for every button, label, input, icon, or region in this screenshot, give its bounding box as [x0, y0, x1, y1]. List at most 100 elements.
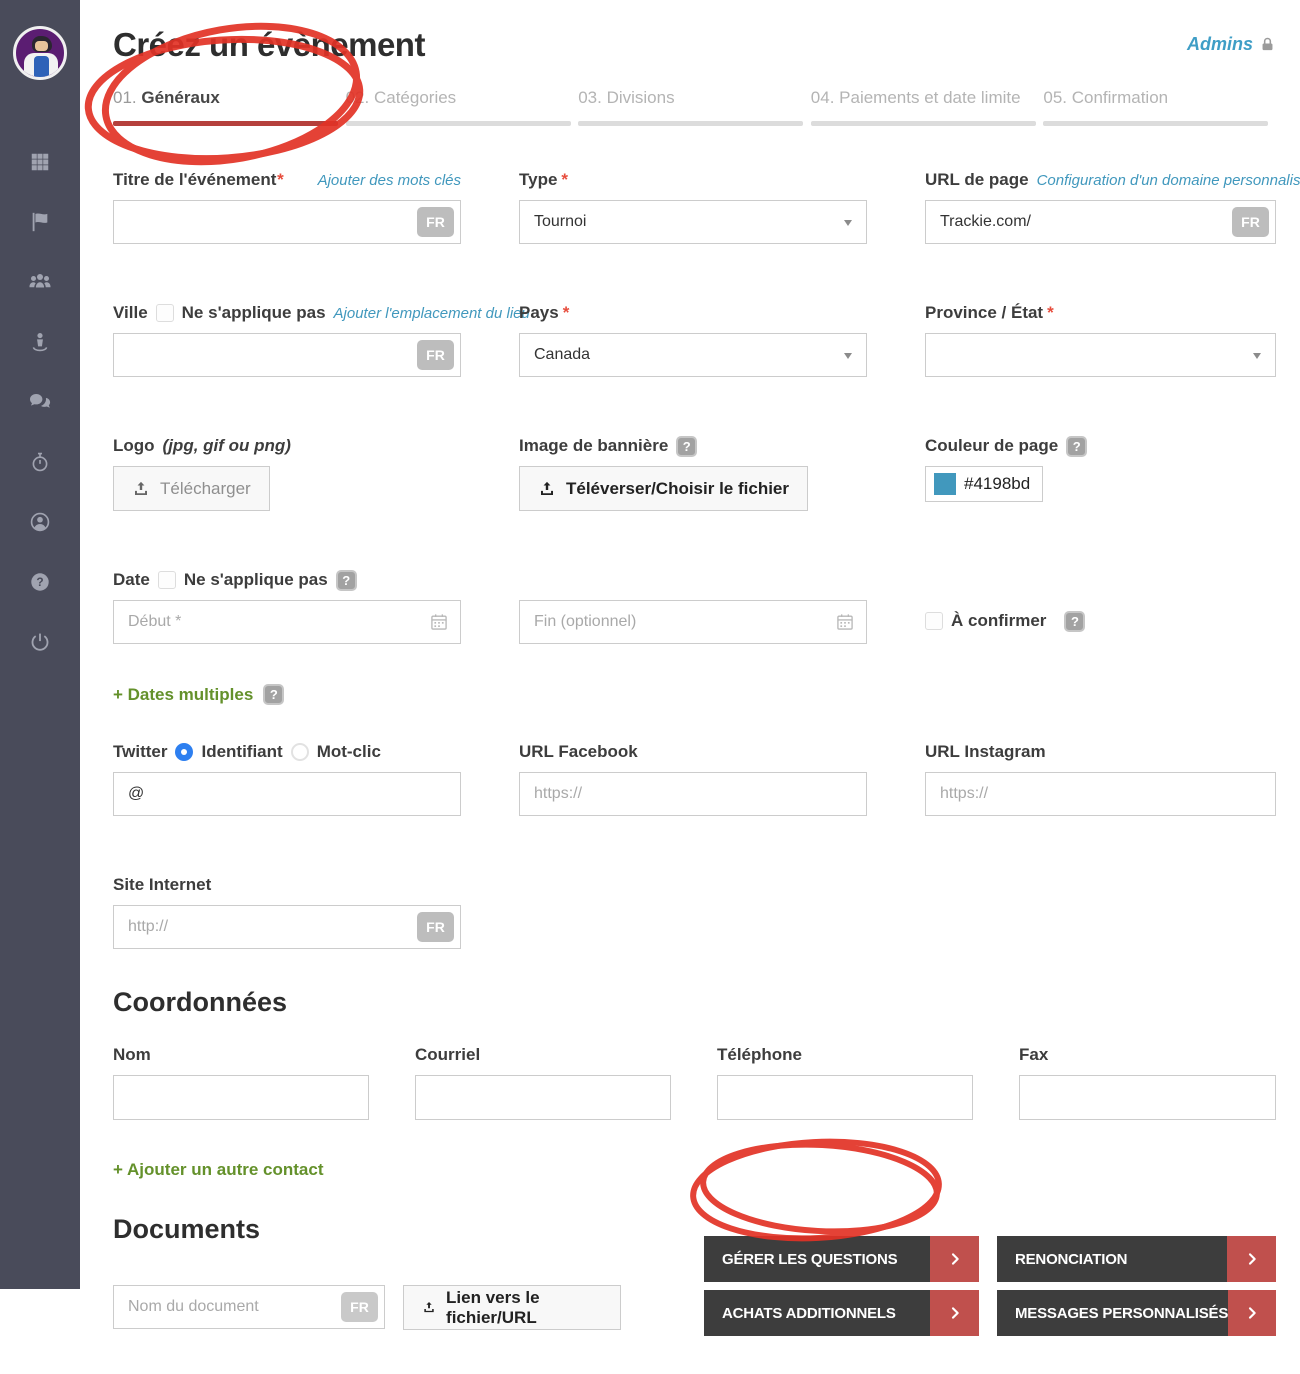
- stopwatch-icon[interactable]: [28, 450, 52, 474]
- instagram-input[interactable]: [925, 772, 1276, 816]
- tab-generaux[interactable]: 01. Généraux: [113, 88, 346, 126]
- flag-icon[interactable]: [28, 210, 52, 234]
- field-date-debut: Date Ne s'applique pas ?: [113, 569, 461, 644]
- color-swatch: [934, 473, 956, 495]
- chevron-down-icon: [1253, 353, 1261, 359]
- couleur-help-icon[interactable]: ?: [1066, 436, 1087, 457]
- tab-underline: [811, 121, 1036, 126]
- lock-icon: [1259, 36, 1276, 53]
- field-instagram: URL Instagram: [925, 741, 1276, 816]
- field-date-fin: [519, 569, 867, 644]
- pays-select[interactable]: Canada: [519, 333, 867, 377]
- domaine-personnalise-link[interactable]: Configuration d'un domaine personnalisé: [1037, 172, 1300, 189]
- field-fax: Fax: [1019, 1044, 1276, 1120]
- document-lien-button[interactable]: Lien vers le fichier/URL: [403, 1285, 621, 1330]
- nom-input[interactable]: [113, 1075, 369, 1120]
- upload-icon: [422, 1299, 436, 1316]
- a-confirmer-checkbox[interactable]: [925, 612, 943, 630]
- emplacement-lieu-link[interactable]: Ajouter l'emplacement du lieu: [334, 305, 530, 322]
- fr-badge[interactable]: FR: [417, 207, 454, 237]
- step-tabs: 01. Généraux 02. Catégories 03. Division…: [113, 88, 1276, 126]
- couleur-picker[interactable]: #4198bd: [925, 466, 1043, 502]
- ville-input[interactable]: [113, 333, 461, 377]
- fr-badge[interactable]: FR: [1232, 207, 1269, 237]
- ajouter-mots-cles-link[interactable]: Ajouter des mots clés: [318, 172, 461, 189]
- banniere-help-icon[interactable]: ?: [676, 436, 697, 457]
- field-nom: Nom: [113, 1044, 369, 1120]
- field-courriel: Courriel: [415, 1044, 671, 1120]
- apps-grid-icon[interactable]: [28, 150, 52, 174]
- chat-bubbles-icon[interactable]: [28, 390, 52, 414]
- twitter-motclic-radio[interactable]: [291, 743, 309, 761]
- chevron-right-icon: [930, 1236, 979, 1282]
- field-pays: Pays * Canada: [519, 302, 867, 377]
- coordonnees-heading: Coordonnées: [113, 987, 1276, 1018]
- upload-icon: [132, 480, 150, 498]
- url-page-input[interactable]: [925, 200, 1276, 244]
- date-fin-input[interactable]: [519, 600, 867, 644]
- dates-multiples-help-icon[interactable]: ?: [263, 684, 284, 705]
- tab-categories[interactable]: 02. Catégories: [346, 88, 579, 126]
- fr-badge[interactable]: FR: [417, 912, 454, 942]
- ville-na-checkbox[interactable]: [156, 304, 174, 322]
- location-person-icon[interactable]: [28, 330, 52, 354]
- field-couleur: Couleur de page ? #4198bd: [925, 435, 1276, 511]
- dates-multiples-link[interactable]: + Dates multiples: [113, 685, 253, 705]
- action-buttons: GÉRER LES QUESTIONS RENONCIATION ACHATS …: [704, 1236, 1276, 1336]
- tab-divisions[interactable]: 03. Divisions: [578, 88, 811, 126]
- twitter-input[interactable]: [113, 772, 461, 816]
- a-confirmer-help-icon[interactable]: ?: [1064, 611, 1085, 632]
- tab-paiements[interactable]: 04. Paiements et date limite: [811, 88, 1044, 126]
- field-site: Site Internet FR: [113, 874, 461, 949]
- achats-additionnels-button[interactable]: ACHATS ADDITIONNELS: [704, 1290, 979, 1336]
- fr-badge[interactable]: FR: [341, 1292, 378, 1322]
- tab-underline: [346, 121, 571, 126]
- province-select[interactable]: [925, 333, 1276, 377]
- field-a-confirmer: À confirmer ?: [925, 569, 1276, 644]
- fax-input[interactable]: [1019, 1075, 1276, 1120]
- date-help-icon[interactable]: ?: [336, 570, 357, 591]
- telephone-input[interactable]: [717, 1075, 973, 1120]
- messages-personnalises-button[interactable]: MESSAGES PERSONNALISÉS: [997, 1290, 1276, 1336]
- field-facebook: URL Facebook: [519, 741, 867, 816]
- facebook-input[interactable]: [519, 772, 867, 816]
- chevron-right-icon: [1227, 1236, 1276, 1282]
- courriel-input[interactable]: [415, 1075, 671, 1120]
- renonciation-button[interactable]: RENONCIATION: [997, 1236, 1276, 1282]
- tab-underline: [1043, 121, 1268, 126]
- field-type: Type * Tournoi: [519, 169, 867, 244]
- chevron-down-icon: [844, 353, 852, 359]
- date-na-checkbox[interactable]: [158, 571, 176, 589]
- tab-underline: [578, 121, 803, 126]
- chevron-right-icon: [1228, 1290, 1276, 1336]
- titre-input[interactable]: [113, 200, 461, 244]
- power-icon[interactable]: [28, 630, 52, 654]
- page-title: Créez un évènement: [113, 26, 425, 64]
- gerer-les-questions-button[interactable]: GÉRER LES QUESTIONS: [704, 1236, 979, 1282]
- help-icon[interactable]: ?: [28, 570, 52, 594]
- admins-link[interactable]: Admins: [1187, 34, 1276, 55]
- calendar-icon[interactable]: [429, 612, 449, 637]
- tab-confirmation[interactable]: 05. Confirmation: [1043, 88, 1276, 126]
- twitter-identifiant-radio[interactable]: [175, 743, 193, 761]
- ajouter-contact-link[interactable]: + Ajouter un autre contact: [113, 1160, 323, 1179]
- type-select[interactable]: Tournoi: [519, 200, 867, 244]
- admins-label: Admins: [1187, 34, 1253, 55]
- users-group-icon[interactable]: [28, 270, 52, 294]
- main-content: Créez un évènement Admins 01. Généraux 0…: [80, 0, 1300, 1374]
- date-debut-input[interactable]: [113, 600, 461, 644]
- field-province: Province / État *: [925, 302, 1276, 377]
- field-banniere: Image de bannière ? Téléverser/Choisir l…: [519, 435, 867, 511]
- upload-icon: [538, 480, 556, 498]
- banniere-upload-button[interactable]: Téléverser/Choisir le fichier: [519, 466, 808, 511]
- field-twitter: Twitter Identifiant Mot-clic: [113, 741, 461, 816]
- avatar[interactable]: [13, 26, 67, 80]
- fr-badge[interactable]: FR: [417, 340, 454, 370]
- chevron-down-icon: [844, 220, 852, 226]
- logo-upload-button[interactable]: Télécharger: [113, 466, 270, 511]
- field-titre: Titre de l'événement * Ajouter des mots …: [113, 169, 461, 244]
- calendar-icon[interactable]: [835, 612, 855, 637]
- user-profile-icon[interactable]: [28, 510, 52, 534]
- field-ville: Ville Ne s'applique pas Ajouter l'emplac…: [113, 302, 461, 377]
- site-input[interactable]: [113, 905, 461, 949]
